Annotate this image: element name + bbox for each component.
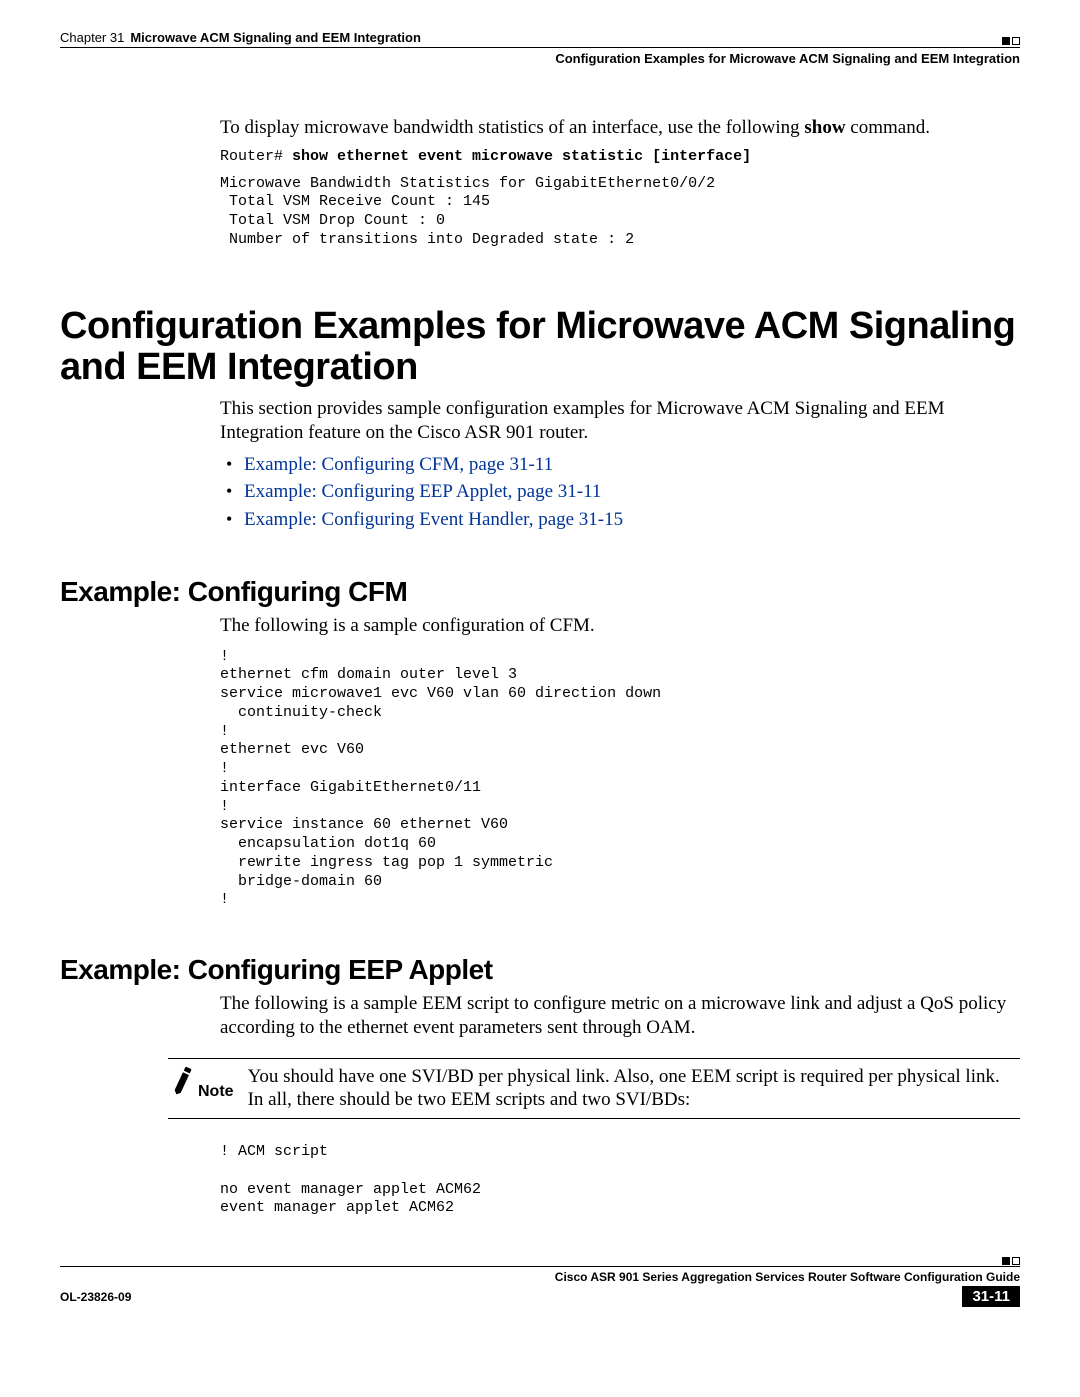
square-icon — [1002, 37, 1010, 45]
eep-heading: Example: Configuring EEP Applet — [60, 954, 1020, 986]
cfm-block: The following is a sample configuration … — [220, 614, 1020, 910]
link-list: Example: Configuring CFM, page 31-11 Exa… — [220, 453, 1020, 532]
note-block: Note You should have one SVI/BD per phys… — [168, 1058, 1020, 1120]
square-open-icon — [1012, 1257, 1020, 1265]
eep-code-block: ! ACM script no event manager applet ACM… — [220, 1143, 1020, 1218]
cfm-paragraph: The following is a sample configuration … — [220, 614, 1020, 638]
eep-paragraph: The following is a sample EEM script to … — [220, 992, 1020, 1040]
eep-block: The following is a sample EEM script to … — [220, 992, 1020, 1040]
section-running-title: Configuration Examples for Microwave ACM… — [60, 51, 1020, 66]
main-paragraph: This section provides sample configurati… — [220, 397, 1020, 445]
header-ornament — [1002, 37, 1020, 45]
xref-link[interactable]: Example: Configuring EEP Applet, page 31… — [244, 480, 1020, 504]
main-intro: This section provides sample configurati… — [220, 397, 1020, 532]
footer: Cisco ASR 901 Series Aggregation Service… — [60, 1266, 1020, 1307]
note-label: Note — [198, 1083, 234, 1101]
footer-doc-id: OL-23826-09 — [60, 1290, 131, 1304]
square-open-icon — [1012, 37, 1020, 45]
square-icon — [1002, 1257, 1010, 1265]
cfm-heading: Example: Configuring CFM — [60, 576, 1020, 608]
chapter-heading: Chapter 31 Microwave ACM Signaling and EE… — [60, 30, 421, 45]
chapter-title: Microwave ACM Signaling and EEM Integrat… — [130, 30, 421, 45]
running-header: Chapter 31 Microwave ACM Signaling and EE… — [60, 30, 1020, 48]
footer-ornament — [1002, 1257, 1020, 1265]
main-heading: Configuration Examples for Microwave ACM… — [60, 306, 1020, 390]
intro-block: To display microwave bandwidth statistic… — [220, 116, 1020, 250]
cfm-code: ! ethernet cfm domain outer level 3 serv… — [220, 648, 1020, 911]
chapter-label: Chapter 31 — [60, 30, 124, 45]
xref-link[interactable]: Example: Configuring CFM, page 31-11 — [244, 453, 1020, 477]
page: Chapter 31 Microwave ACM Signaling and EE… — [0, 0, 1080, 1335]
page-number: 31-11 — [962, 1286, 1020, 1307]
eep-code: ! ACM script no event manager applet ACM… — [220, 1143, 1020, 1218]
show-output: Microwave Bandwidth Statistics for Gigab… — [220, 175, 1020, 250]
show-command: Router# show ethernet event microwave st… — [220, 148, 1020, 167]
xref-link[interactable]: Example: Configuring Event Handler, page… — [244, 508, 1020, 532]
footer-guide-title: Cisco ASR 901 Series Aggregation Service… — [60, 1270, 1020, 1284]
pencil-icon — [168, 1065, 198, 1100]
note-text: You should have one SVI/BD per physical … — [248, 1065, 1020, 1113]
intro-paragraph: To display microwave bandwidth statistic… — [220, 116, 1020, 140]
